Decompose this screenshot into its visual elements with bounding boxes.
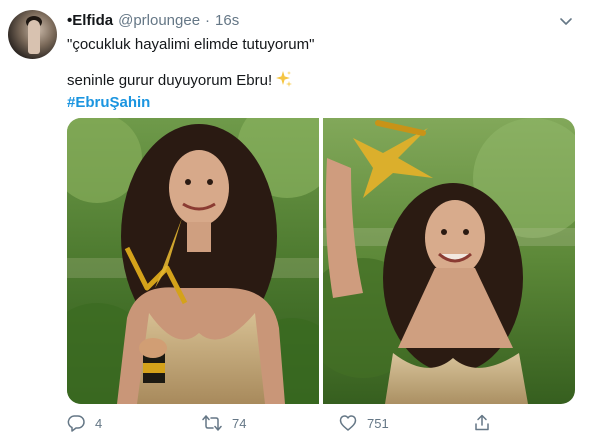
user-handle[interactable]: @prloungee (118, 12, 200, 29)
photo-right[interactable] (323, 118, 575, 404)
chevron-down-icon[interactable] (557, 12, 575, 30)
retweet-icon (202, 415, 222, 431)
sparkles-icon (276, 71, 293, 87)
reply-action[interactable]: 4 (67, 414, 102, 432)
photo-right-image (323, 118, 575, 404)
tweet-text-line-2: seninle gurur duyuyorum Ebru! (67, 70, 293, 90)
retweet-action[interactable]: 74 (202, 414, 246, 432)
tweet-text-line-2-text: seninle gurur duyuyorum Ebru! (67, 72, 273, 89)
media-grid (67, 118, 575, 404)
reply-count: 4 (95, 415, 103, 431)
tweet-text-line-1: "çocukluk hayalimi elimde tutuyorum" (67, 36, 315, 53)
avatar-figure (28, 20, 40, 54)
photo-left[interactable] (67, 118, 319, 404)
like-action[interactable]: 751 (339, 414, 389, 432)
hashtag-link[interactable]: #EbruŞahin (67, 93, 150, 112)
separator-dot: · (205, 12, 211, 29)
timestamp[interactable]: 16s (215, 12, 239, 29)
tweet-header: •Elfida @prloungee · 16s (67, 12, 239, 30)
photo-left-image (67, 118, 319, 404)
retweet-count: 74 (232, 415, 247, 431)
tweet-card: •Elfida @prloungee · 16s "çocukluk hayal… (0, 0, 591, 444)
like-count: 751 (367, 415, 389, 431)
tweet-actions: 4 74 751 (67, 414, 567, 436)
display-name[interactable]: •Elfida (67, 12, 113, 29)
reply-icon (67, 415, 85, 432)
share-icon (475, 414, 489, 431)
heart-icon (339, 415, 357, 431)
avatar[interactable] (8, 10, 57, 59)
share-action[interactable] (473, 414, 491, 432)
